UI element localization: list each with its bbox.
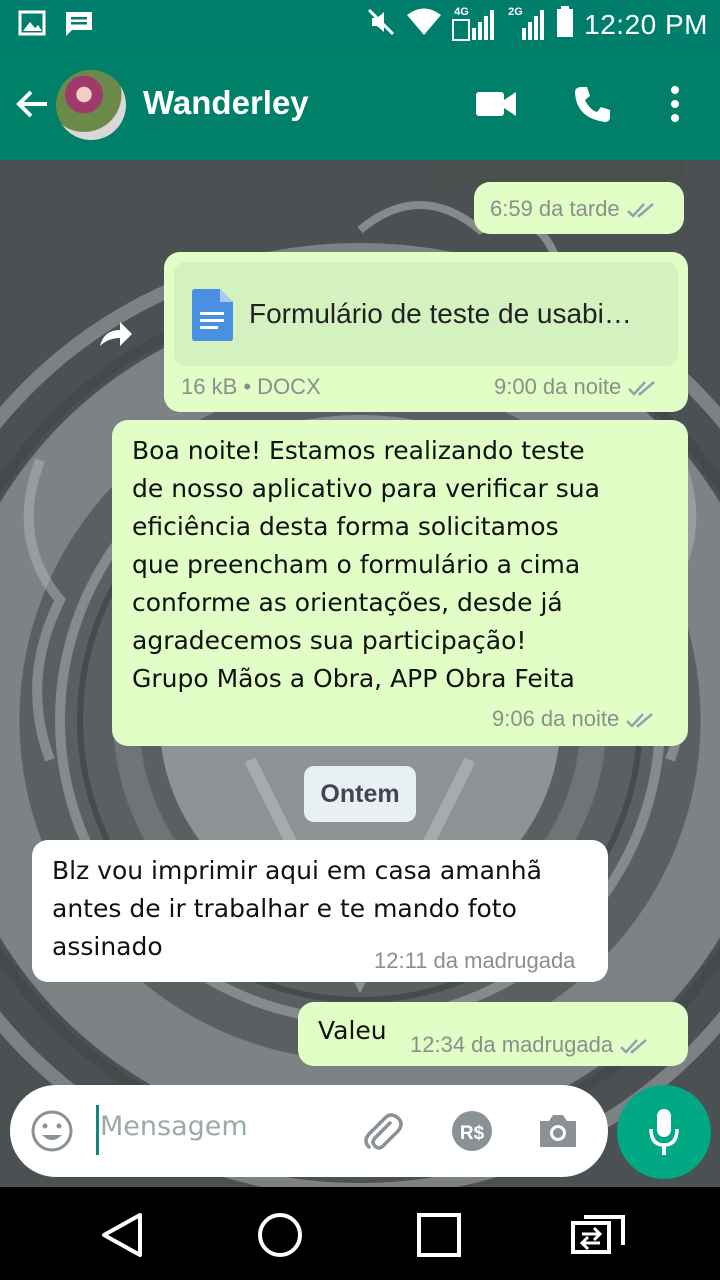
nav-recents-icon[interactable] bbox=[416, 1213, 462, 1262]
emoji-icon[interactable] bbox=[30, 1109, 74, 1158]
document-preview[interactable]: Formulário de teste de usabi… bbox=[174, 262, 678, 366]
read-ticks-icon bbox=[620, 1039, 647, 1054]
nav-switch-icon[interactable] bbox=[570, 1213, 626, 1260]
message-line: de nosso aplicativo para verificar sua bbox=[132, 474, 600, 503]
video-call-icon[interactable] bbox=[474, 84, 518, 129]
system-nav-bar bbox=[0, 1187, 720, 1280]
nav-back-icon[interactable] bbox=[100, 1212, 144, 1263]
message-line: que preencham o formulário a cima bbox=[132, 550, 581, 579]
document-name: Formulário de teste de usabi… bbox=[249, 298, 632, 329]
nav-home-icon[interactable] bbox=[256, 1211, 304, 1264]
message-line: conforme as orientações, desde já bbox=[132, 588, 563, 617]
forward-icon[interactable] bbox=[98, 320, 134, 353]
message-bubble[interactable]: Valeu 12:34 da madrugada bbox=[298, 1002, 688, 1066]
wifi-icon bbox=[406, 8, 442, 41]
read-ticks-icon bbox=[626, 203, 654, 218]
message-line: antes de ir trabalhar e te mando foto bbox=[52, 894, 517, 923]
partial-image-message[interactable] bbox=[434, 160, 684, 182]
mic-icon bbox=[647, 1107, 681, 1162]
camera-icon[interactable] bbox=[536, 1109, 580, 1158]
message-input[interactable]: Mensagem bbox=[100, 1111, 248, 1142]
phone-icon[interactable] bbox=[572, 84, 612, 129]
chat-header: Wanderley bbox=[0, 50, 720, 160]
message-time: 12:11 da madrugada bbox=[374, 948, 576, 973]
message-bubble[interactable]: Blz vou imprimir aqui em casa amanhã ant… bbox=[32, 840, 608, 982]
read-ticks-icon bbox=[626, 713, 654, 728]
chat-area[interactable]: 6:59 da tarde Formulário de teste de usa… bbox=[0, 160, 720, 1187]
signal-icon: 4G bbox=[452, 6, 496, 42]
back-arrow-icon[interactable] bbox=[14, 86, 50, 127]
message-line: agradecemos sua participação! bbox=[132, 626, 527, 655]
message-line: Grupo Mãos a Obra, APP Obra Feita bbox=[132, 664, 575, 693]
message-time: 12:34 da madrugada bbox=[410, 1032, 649, 1058]
read-ticks-icon bbox=[628, 381, 656, 396]
message-time: 6:59 da tarde bbox=[490, 196, 656, 222]
svg-text:R$: R$ bbox=[460, 1123, 485, 1144]
status-time: 12:20 PM bbox=[584, 8, 708, 40]
message-text: Boa noite! Estamos realizando teste de n… bbox=[132, 432, 672, 698]
mute-icon bbox=[366, 7, 396, 42]
document-info: 16 kB • DOCX bbox=[181, 374, 321, 399]
message-line: Blz vou imprimir aqui em casa amanhã bbox=[52, 856, 542, 885]
image-icon bbox=[18, 10, 46, 43]
battery-icon bbox=[556, 6, 574, 43]
avatar[interactable] bbox=[56, 70, 126, 140]
message-bubble[interactable]: Boa noite! Estamos realizando teste de n… bbox=[112, 420, 688, 746]
date-separator: Ontem bbox=[304, 766, 416, 822]
document-icon bbox=[190, 288, 234, 347]
attach-icon[interactable] bbox=[360, 1109, 404, 1158]
status-bar: 4G 2G 12:20 PM bbox=[0, 0, 720, 50]
message-time: 9:00 da noite bbox=[494, 374, 657, 400]
contact-name[interactable]: Wanderley bbox=[143, 84, 309, 122]
mic-button[interactable] bbox=[617, 1085, 711, 1179]
message-time: 9:06 da noite bbox=[492, 706, 655, 732]
message-line: eficiência desta forma solicitamos bbox=[132, 512, 559, 541]
message-bubble[interactable]: 6:59 da tarde bbox=[474, 182, 684, 234]
message-line: Boa noite! Estamos realizando teste bbox=[132, 436, 585, 465]
message-icon bbox=[64, 10, 94, 43]
payment-icon[interactable]: R$ bbox=[450, 1109, 494, 1158]
document-message[interactable]: Formulário de teste de usabi… 16 kB • DO… bbox=[164, 252, 688, 412]
message-input-bar[interactable]: Mensagem R$ bbox=[10, 1085, 608, 1177]
signal-2g-icon: 2G bbox=[506, 6, 546, 42]
text-caret bbox=[96, 1105, 99, 1155]
message-text: Valeu bbox=[318, 1016, 387, 1045]
more-vert-icon[interactable] bbox=[668, 84, 682, 129]
